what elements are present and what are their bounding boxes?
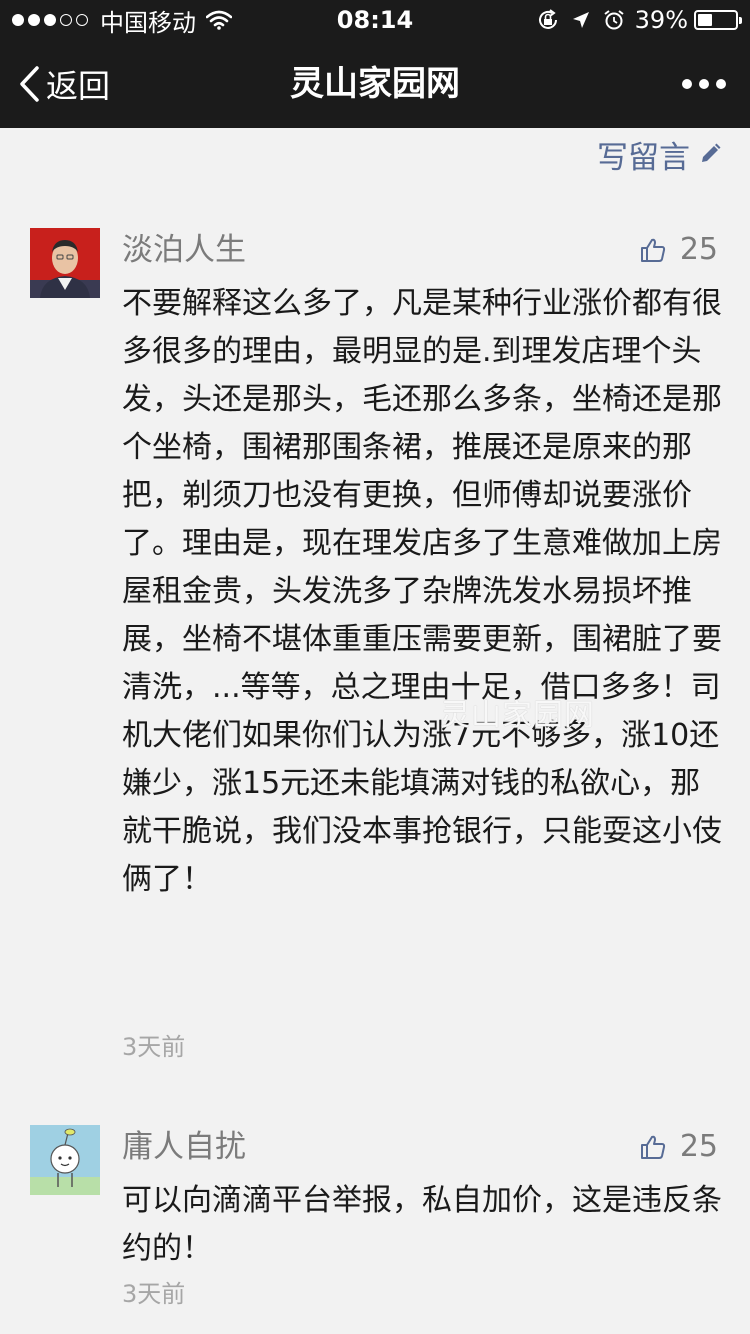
more-dot-icon <box>699 79 709 89</box>
write-comment-button[interactable]: 写留言 <box>597 132 722 176</box>
status-bar-right: 39% <box>525 0 742 40</box>
avatar[interactable] <box>30 228 100 298</box>
back-label: 返回 <box>46 67 111 105</box>
more-options-button[interactable] <box>675 40 726 128</box>
page-title: 灵山家园网 <box>290 64 460 104</box>
like-button[interactable]: 25 <box>640 228 718 272</box>
comment-text: 可以向滴滴平台举报，私自加价，这是违反条约的！ <box>122 1183 722 1266</box>
pencil-icon <box>702 143 721 162</box>
chevron-left-icon <box>20 66 39 102</box>
like-count: 25 <box>679 1129 718 1164</box>
comment-item: 庸人自扰 25 可以向滴滴平台举报，私自加价，这是违反条约的！ 3天前 <box>0 1125 750 1325</box>
battery-nub <box>739 17 742 24</box>
comment-time: 3天前 <box>122 1033 186 1061</box>
more-dot-icon <box>682 79 692 89</box>
comment-time: 3天前 <box>122 1280 186 1308</box>
thumbs-up-icon <box>640 1135 665 1159</box>
like-count: 25 <box>679 232 718 267</box>
rotation-lock-icon <box>537 9 559 31</box>
commenter-name[interactable]: 庸人自扰 <box>122 1125 246 1169</box>
battery-icon <box>694 10 742 30</box>
more-dot-icon <box>716 79 726 89</box>
back-button[interactable]: 返回 <box>18 40 110 128</box>
write-comment-label: 写留言 <box>597 139 690 176</box>
comment-item: 淡泊人生 25 不要解释这么多了，凡是某种行业涨价都有很多很多的理由，最明显的是… <box>0 228 750 1068</box>
like-button[interactable]: 25 <box>640 1125 718 1169</box>
watermark: 灵山家园网 <box>440 698 595 733</box>
thumbs-up-icon <box>640 238 665 262</box>
status-bar: 中国移动 08:14 39% <box>0 0 750 40</box>
alarm-clock-icon <box>603 9 625 31</box>
location-arrow-icon <box>571 10 591 30</box>
comment-text: 不要解释这么多了，凡是某种行业涨价都有很多很多的理由，最明显的是.到理发店理个头… <box>122 286 722 897</box>
navigation-bar: 返回 灵山家园网 <box>0 40 750 128</box>
battery-level-fill <box>698 14 712 26</box>
battery-percentage: 39% <box>634 6 688 34</box>
commenter-name[interactable]: 淡泊人生 <box>122 228 246 272</box>
avatar[interactable] <box>30 1125 100 1195</box>
